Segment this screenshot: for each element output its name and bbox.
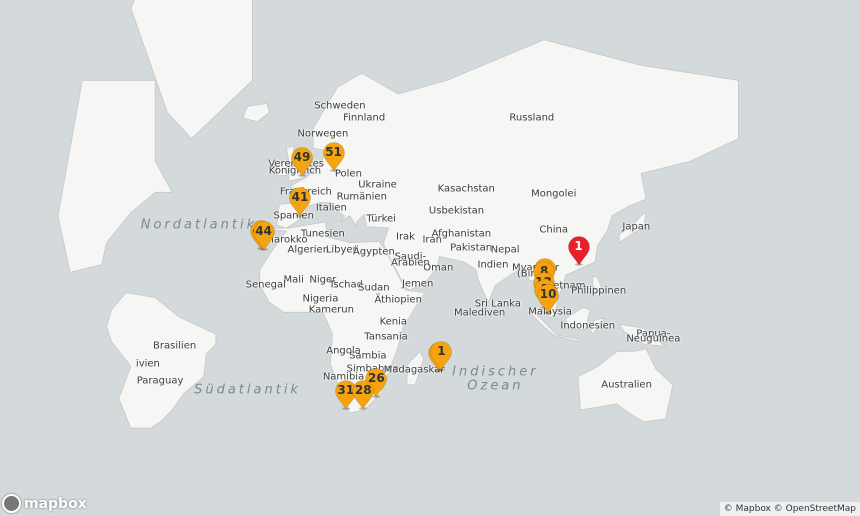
location-marker[interactable]: 44 bbox=[252, 221, 276, 252]
place-label: Indien bbox=[477, 259, 509, 271]
place-label: Ukraine bbox=[358, 179, 397, 191]
marker-count: 1 bbox=[574, 239, 583, 254]
place-label: Italien bbox=[315, 202, 347, 214]
place-label: Mali bbox=[283, 274, 304, 286]
marker-count: 1 bbox=[437, 344, 446, 359]
place-label: Kenia bbox=[379, 316, 408, 328]
place-label: Oman bbox=[423, 262, 454, 274]
marker-count: 41 bbox=[291, 190, 309, 205]
place-label: Nigeria bbox=[302, 293, 339, 305]
place-label: Sambia bbox=[349, 350, 387, 362]
attribution[interactable]: © Mapbox © OpenStreetMap bbox=[719, 502, 860, 516]
place-label: Brasilien bbox=[153, 340, 197, 352]
place-label: Sudan bbox=[358, 282, 390, 294]
place-label: Indonesien bbox=[560, 320, 616, 332]
location-marker[interactable]: 51 bbox=[322, 141, 346, 172]
location-marker[interactable]: 1 bbox=[429, 341, 453, 372]
place-label: Neuguinea bbox=[626, 333, 681, 345]
place-label: Schweden bbox=[314, 100, 366, 112]
mapbox-logo[interactable]: mapbox bbox=[2, 494, 87, 513]
place-label: Irak bbox=[395, 231, 415, 243]
place-label: Rumänien bbox=[336, 191, 387, 203]
place-label: Mongolei bbox=[531, 188, 577, 200]
location-marker[interactable]: 41 bbox=[288, 187, 312, 218]
place-label: Kasachstan bbox=[437, 183, 495, 195]
marker-count: 51 bbox=[325, 144, 342, 159]
place-label: Senegal bbox=[245, 279, 286, 291]
place-label: Russland bbox=[509, 112, 555, 124]
ocean-label: Ozean bbox=[467, 378, 524, 394]
place-label: Tunesien bbox=[300, 228, 345, 240]
place-label: Finnland bbox=[343, 112, 386, 124]
mapbox-logo-icon bbox=[2, 494, 21, 513]
place-label: Algerien bbox=[287, 244, 330, 256]
place-label: Afghanistan bbox=[431, 228, 492, 240]
selected-location-marker[interactable]: 1 bbox=[567, 236, 591, 267]
place-label: China bbox=[539, 224, 569, 236]
place-label: Pakistan bbox=[450, 242, 493, 254]
map-base-layer bbox=[57, 0, 739, 429]
place-label: Ägypten bbox=[352, 246, 395, 258]
land-mass bbox=[57, 80, 173, 273]
marker-count: 49 bbox=[293, 149, 311, 164]
location-marker[interactable]: 10 bbox=[536, 284, 560, 315]
place-label: Australien bbox=[601, 379, 652, 391]
place-label: Norwegen bbox=[297, 128, 349, 140]
location-marker[interactable]: 49 bbox=[290, 146, 314, 177]
land-mass bbox=[558, 334, 579, 343]
place-label: Malediven bbox=[453, 307, 506, 319]
place-label: Türkei bbox=[366, 213, 396, 225]
place-label: Nepal bbox=[490, 244, 520, 256]
place-label: Äthiopien bbox=[374, 294, 422, 306]
land-mass bbox=[242, 102, 270, 123]
place-label: Japan bbox=[622, 221, 651, 233]
map-canvas[interactable]: SchwedenFinnlandRusslandNorwegenVereinig… bbox=[0, 0, 860, 516]
ocean-label: Indischer bbox=[452, 364, 539, 380]
land-mass bbox=[106, 292, 217, 429]
ocean-label: Nordatlantik bbox=[140, 217, 258, 233]
place-label: ivien bbox=[135, 358, 160, 370]
location-marker[interactable]: 28 bbox=[351, 379, 375, 410]
place-label: Kamerun bbox=[308, 304, 354, 316]
place-label: Philippinen bbox=[571, 285, 627, 297]
marker-count: 28 bbox=[354, 382, 372, 397]
place-label: Usbekistan bbox=[428, 205, 485, 217]
place-label: Jemen bbox=[401, 278, 434, 290]
marker-count: 44 bbox=[255, 224, 272, 239]
marker-count: 10 bbox=[539, 287, 557, 302]
place-label: Tansania bbox=[364, 331, 408, 343]
place-label: Paraguay bbox=[136, 375, 184, 387]
ocean-label: Südatlantik bbox=[194, 382, 301, 398]
mapbox-logo-text: mapbox bbox=[24, 495, 87, 512]
